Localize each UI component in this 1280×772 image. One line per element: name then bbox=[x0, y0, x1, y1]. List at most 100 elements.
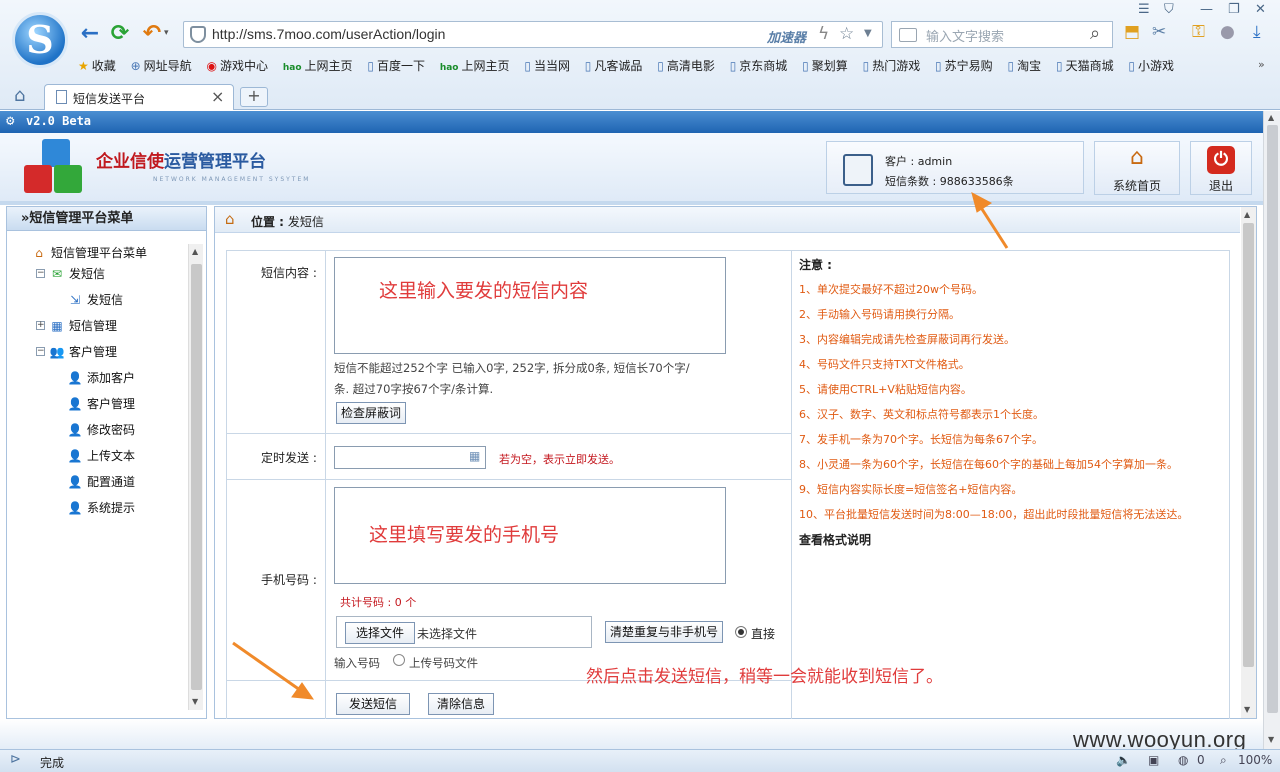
choose-file-button[interactable]: 选择文件 bbox=[345, 622, 415, 644]
bookmark-item[interactable]: ▯ 苏宁易购 bbox=[935, 57, 993, 74]
sidebar-item-config-channel[interactable]: 👤 配置通道 bbox=[67, 473, 136, 490]
home-icon[interactable]: ⌂ bbox=[14, 85, 25, 106]
minimize-icon[interactable]: — bbox=[1200, 2, 1213, 17]
dropdown-arrow-icon[interactable]: ▼ bbox=[864, 28, 872, 39]
scroll-thumb[interactable] bbox=[191, 264, 202, 690]
skin-icon[interactable]: ⛉ bbox=[1164, 2, 1174, 17]
check-blocked-words-button[interactable]: 检查屏蔽词 bbox=[336, 402, 406, 424]
scroll-down-icon[interactable]: ▼ bbox=[1244, 705, 1250, 714]
address-bar[interactable]: http://sms.7moo.com/userAction/login 加速器… bbox=[183, 21, 883, 48]
sidebar-item-customer-group[interactable]: 👥 客户管理 bbox=[49, 343, 118, 360]
key-icon[interactable]: ⚿ bbox=[1192, 22, 1205, 42]
scroll-up-icon[interactable]: ▲ bbox=[1268, 113, 1274, 122]
note-item: 7、发手机一条为70个字。长短信为每条67个字。 bbox=[799, 433, 1043, 446]
sidebar-scrollbar[interactable]: ▲ ▼ bbox=[188, 244, 203, 710]
sidebar-toggle-icon[interactable]: ⊳ bbox=[10, 752, 21, 767]
bookmark-item[interactable]: ▯ 聚划算 bbox=[802, 57, 848, 74]
close-window-icon[interactable]: ✕ bbox=[1255, 2, 1266, 17]
sidebar-item-change-password[interactable]: 👤 修改密码 bbox=[67, 421, 136, 438]
bookmark-item[interactable]: ▯ 小游戏 bbox=[1128, 57, 1174, 74]
tab-sms-platform[interactable]: 短信发送平台 × bbox=[44, 84, 234, 110]
direct-radio[interactable] bbox=[735, 626, 747, 638]
magnifier-icon[interactable]: ⌕ bbox=[1090, 23, 1100, 44]
bookmark-item[interactable]: ▯ 淘宝 bbox=[1008, 57, 1042, 74]
close-tab-icon[interactable]: × bbox=[211, 87, 224, 106]
lock-icon[interactable]: ▣ bbox=[1148, 753, 1159, 767]
collapse-icon[interactable]: − bbox=[36, 347, 45, 356]
chevron-down-icon[interactable]: ▾ bbox=[164, 28, 169, 38]
page-icon: ▯ bbox=[935, 59, 942, 73]
bookmark-item[interactable]: ★ 收藏 bbox=[78, 57, 116, 74]
lightning-icon[interactable]: ϟ bbox=[818, 24, 829, 44]
sidebar-item-send-sms[interactable]: ⇲ 发短信 bbox=[67, 291, 123, 308]
user-info-panel: 客户 : admin 短信条数 : 988633586条 bbox=[826, 141, 1084, 194]
page-scrollbar[interactable]: ▲ ▼ bbox=[1263, 111, 1280, 749]
refresh-icon[interactable]: ⟳ bbox=[108, 20, 132, 48]
input-numbers-label: 输入号码 bbox=[334, 656, 380, 670]
sidebar-item-system-tips[interactable]: 👤 系统提示 bbox=[67, 499, 136, 516]
download-icon[interactable]: ⤓ bbox=[1253, 22, 1261, 42]
logout-button[interactable]: ⏻ 退出 bbox=[1190, 141, 1252, 195]
schedule-input[interactable]: ▦ bbox=[334, 446, 486, 469]
clear-duplicates-button[interactable]: 清楚重复与非手机号 bbox=[605, 621, 723, 643]
scroll-thumb[interactable] bbox=[1243, 223, 1254, 667]
bookmarks-more-icon[interactable]: » bbox=[1258, 58, 1265, 71]
system-home-button[interactable]: ⌂ 系统首页 bbox=[1094, 141, 1180, 195]
sidebar-item-sms-manage[interactable]: ▦ 短信管理 bbox=[49, 317, 117, 334]
bookmark-item[interactable]: ▯ 凡客诚品 bbox=[585, 57, 643, 74]
more-icon[interactable]: ● bbox=[1220, 22, 1235, 42]
new-tab-button[interactable]: + bbox=[240, 87, 268, 107]
bookmark-item[interactable]: ▯ 高清电影 bbox=[657, 57, 715, 74]
scissors-icon[interactable]: ✂ bbox=[1152, 22, 1166, 42]
bookmark-item[interactable]: ▯ 京东商城 bbox=[730, 57, 788, 74]
bookmark-item[interactable]: ▯ 热门游戏 bbox=[863, 57, 921, 74]
format-help-link[interactable]: 查看格式说明 bbox=[799, 531, 871, 548]
sidebar-item-send-sms-group[interactable]: ✉ 发短信 bbox=[49, 265, 105, 282]
browser-logo-icon[interactable]: S bbox=[12, 12, 68, 68]
sidebar-item-add-customer[interactable]: 👤 添加客户 bbox=[67, 369, 136, 386]
scroll-up-icon[interactable]: ▲ bbox=[192, 247, 198, 256]
browser-toolbar: S ← ⟳ ↶ ▾ http://sms.7moo.com/userAction… bbox=[0, 0, 1280, 110]
collapse-icon[interactable]: − bbox=[36, 269, 45, 278]
restore-icon[interactable]: ❐ bbox=[1228, 2, 1240, 17]
sidebar-item-customer-manage[interactable]: 👤 客户管理 bbox=[67, 395, 136, 412]
hao-icon: hao bbox=[282, 63, 302, 73]
search-box[interactable]: 输入文字搜索 ⌕ bbox=[891, 21, 1113, 48]
accelerator-label[interactable]: 加速器 bbox=[767, 27, 806, 46]
clear-info-button[interactable]: 清除信息 bbox=[428, 693, 494, 715]
bookmark-item[interactable]: ▯ 天猫商城 bbox=[1056, 57, 1114, 74]
undo-icon[interactable]: ↶ bbox=[140, 20, 164, 48]
schedule-label: 定时发送 : bbox=[261, 451, 317, 465]
zoom-icon[interactable]: ⌕ bbox=[1220, 753, 1227, 768]
shield-status-icon[interactable]: ◍ bbox=[1178, 753, 1188, 767]
user-icon: 👤 bbox=[67, 371, 83, 385]
scroll-up-icon[interactable]: ▲ bbox=[1244, 210, 1250, 219]
scroll-thumb[interactable] bbox=[1267, 125, 1278, 713]
speaker-icon[interactable]: 🔈 bbox=[1116, 753, 1131, 767]
address-url[interactable]: http://sms.7moo.com/userAction/login bbox=[212, 26, 445, 42]
bookmark-item[interactable]: ⊕ 网址导航 bbox=[131, 57, 192, 74]
tree-root[interactable]: ⌂ 短信管理平台菜单 bbox=[31, 244, 147, 261]
extension-icon[interactable]: ⬒ bbox=[1124, 22, 1140, 42]
calendar-icon[interactable]: ▦ bbox=[469, 449, 480, 463]
main-scrollbar[interactable]: ▲ ▼ bbox=[1241, 207, 1256, 718]
bookmark-item[interactable]: ▯ 百度一下 bbox=[367, 57, 425, 74]
menu-icon[interactable]: ☰ bbox=[1138, 2, 1150, 17]
bookmark-item[interactable]: ◉ 游戏中心 bbox=[207, 57, 269, 74]
sidebar-item-upload-text[interactable]: 👤 上传文本 bbox=[67, 447, 136, 464]
bookmark-item[interactable]: hao 上网主页 bbox=[283, 57, 353, 74]
star-icon[interactable]: ☆ bbox=[839, 24, 854, 44]
zoom-level[interactable]: 100% bbox=[1238, 753, 1272, 767]
send-sms-button[interactable]: 发送短信 bbox=[336, 693, 410, 715]
upload-file-label: 上传号码文件 bbox=[409, 656, 478, 670]
expand-icon[interactable]: + bbox=[36, 321, 45, 330]
bookmark-item[interactable]: ▯ 当当网 bbox=[524, 57, 570, 74]
upload-file-radio[interactable] bbox=[393, 654, 405, 666]
phone-label: 手机号码 : bbox=[261, 573, 317, 587]
sms-content-textarea[interactable]: 这里输入要发的短信内容 bbox=[334, 257, 726, 354]
scroll-down-icon[interactable]: ▼ bbox=[192, 697, 198, 706]
bookmark-item[interactable]: hao 上网主页 bbox=[440, 57, 510, 74]
phone-numbers-textarea[interactable]: 这里填写要发的手机号 bbox=[334, 487, 726, 584]
back-arrow-icon[interactable]: ← bbox=[78, 20, 102, 48]
scroll-down-icon[interactable]: ▼ bbox=[1268, 735, 1274, 744]
